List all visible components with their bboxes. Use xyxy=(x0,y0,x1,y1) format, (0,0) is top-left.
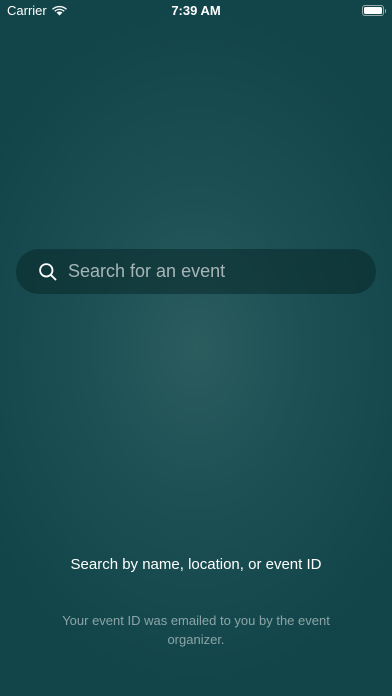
status-time: 7:39 AM xyxy=(171,3,221,18)
search-hint-subtitle: Your event ID was emailed to you by the … xyxy=(62,613,330,647)
status-bar: Carrier 7:39 AM xyxy=(0,0,392,22)
battery-icon xyxy=(361,5,386,16)
search-bar[interactable] xyxy=(16,249,376,294)
search-icon xyxy=(38,262,58,282)
search-hint-title: Search by name, location, or event ID xyxy=(70,556,322,573)
search-input[interactable] xyxy=(68,249,376,294)
